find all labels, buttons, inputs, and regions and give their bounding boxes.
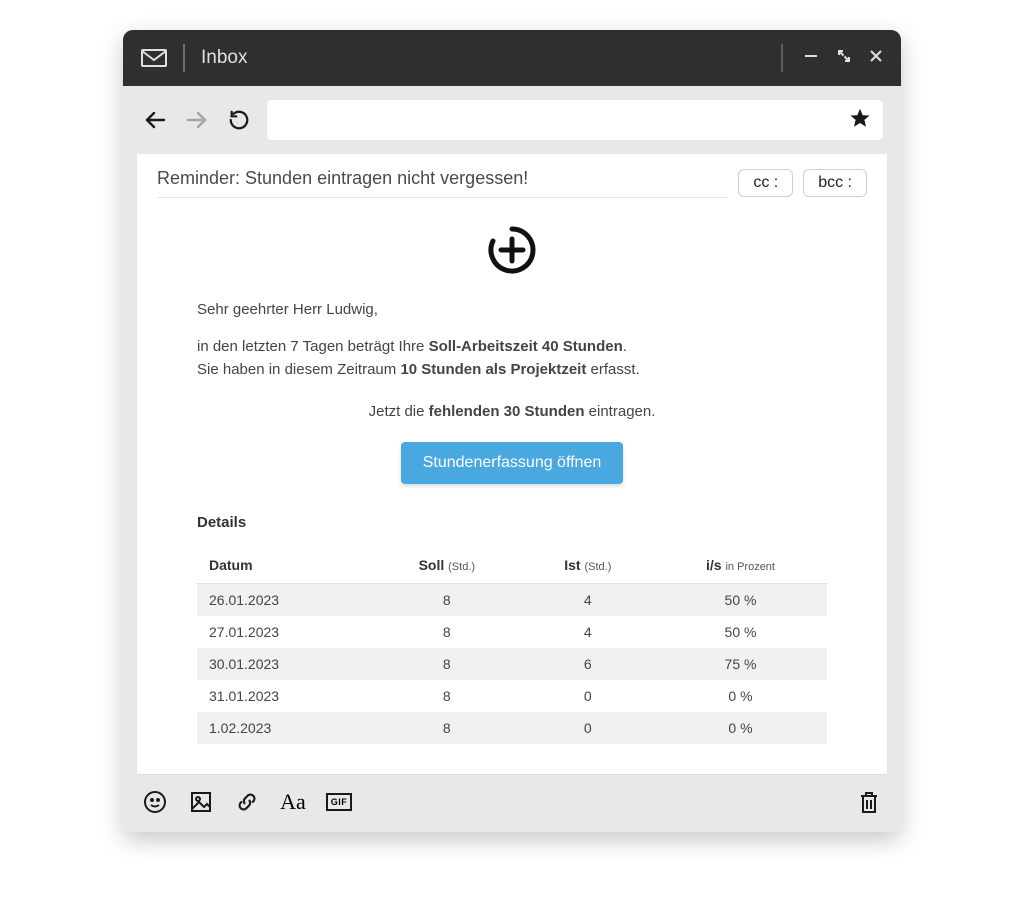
bold-ist: 10 Stunden als Projektzeit	[400, 361, 586, 378]
col-date: Datum	[197, 547, 372, 584]
bookmark-icon[interactable]	[849, 107, 871, 134]
email-window: Inbox	[123, 30, 901, 832]
cell-soll: 8	[372, 616, 522, 648]
company-logo-icon	[486, 224, 538, 281]
cell-pct: 0 %	[654, 680, 827, 712]
close-button[interactable]	[869, 49, 883, 68]
cell-pct: 50 %	[654, 584, 827, 617]
toolbar	[123, 86, 901, 154]
greeting-text: Sehr geehrter Herr Ludwig,	[197, 301, 827, 318]
bcc-button[interactable]: bcc :	[803, 169, 867, 197]
text: erfasst.	[586, 361, 639, 378]
cell-ist: 0	[522, 712, 654, 744]
cell-pct: 0 %	[654, 712, 827, 744]
cell-date: 27.01.2023	[197, 616, 372, 648]
window-title: Inbox	[201, 47, 247, 69]
cc-button[interactable]: cc :	[738, 169, 793, 197]
col-soll: Soll (Std.)	[372, 547, 522, 584]
text: .	[623, 338, 627, 355]
text: Sie haben in diesem Zeitraum	[197, 361, 400, 378]
divider	[183, 44, 185, 72]
mail-icon	[141, 49, 167, 67]
table-row: 1.02.2023800 %	[197, 712, 827, 744]
reload-button[interactable]	[225, 106, 253, 134]
text: eintragen.	[585, 403, 656, 420]
table-row: 31.01.2023800 %	[197, 680, 827, 712]
cell-ist: 4	[522, 616, 654, 648]
cell-date: 31.01.2023	[197, 680, 372, 712]
image-icon[interactable]	[187, 788, 215, 816]
cell-soll: 8	[372, 584, 522, 617]
col-ist: Ist (Std.)	[522, 547, 654, 584]
divider	[781, 44, 783, 72]
address-bar[interactable]	[267, 100, 883, 140]
bold-missing: fehlenden 30 Stunden	[429, 403, 585, 420]
cell-date: 26.01.2023	[197, 584, 372, 617]
summary-line-2: Sie haben in diesem Zeitraum 10 Stunden …	[197, 359, 827, 382]
minimize-button[interactable]	[803, 48, 819, 69]
cell-pct: 75 %	[654, 648, 827, 680]
emoji-icon[interactable]	[141, 788, 169, 816]
cell-ist: 0	[522, 680, 654, 712]
trash-icon[interactable]	[855, 788, 883, 816]
gif-icon[interactable]: GIF	[325, 788, 353, 816]
text: Jetzt die	[369, 403, 429, 420]
table-row: 27.01.20238450 %	[197, 616, 827, 648]
cell-date: 1.02.2023	[197, 712, 372, 744]
table-row: 26.01.20238450 %	[197, 584, 827, 617]
cta-text: Jetzt die fehlenden 30 Stunden eintragen…	[197, 403, 827, 420]
table-row: 30.01.20238675 %	[197, 648, 827, 680]
cell-soll: 8	[372, 648, 522, 680]
cell-ist: 6	[522, 648, 654, 680]
cell-date: 30.01.2023	[197, 648, 372, 680]
text-format-icon[interactable]: Aa	[279, 788, 307, 816]
col-pct: i/s in Prozent	[654, 547, 827, 584]
back-button[interactable]	[141, 106, 169, 134]
open-timesheet-button[interactable]: Stundenerfassung öffnen	[401, 442, 624, 484]
titlebar: Inbox	[123, 30, 901, 86]
cell-soll: 8	[372, 712, 522, 744]
cell-soll: 8	[372, 680, 522, 712]
summary-line-1: in den letzten 7 Tagen beträgt Ihre Soll…	[197, 336, 827, 359]
details-table: Datum Soll (Std.) Ist (Std.) i/s in Proz…	[197, 547, 827, 744]
cell-ist: 4	[522, 584, 654, 617]
maximize-button[interactable]	[837, 49, 851, 68]
email-subject: Reminder: Stunden eintragen nicht verges…	[157, 168, 728, 198]
link-icon[interactable]	[233, 788, 261, 816]
forward-button[interactable]	[183, 106, 211, 134]
email-content: Reminder: Stunden eintragen nicht verges…	[137, 154, 887, 774]
compose-toolbar: Aa GIF	[123, 774, 901, 832]
text: in den letzten 7 Tagen beträgt Ihre	[197, 338, 429, 355]
details-heading: Details	[197, 514, 827, 531]
cell-pct: 50 %	[654, 616, 827, 648]
bold-soll: Soll-Arbeitszeit 40 Stunden	[429, 338, 623, 355]
